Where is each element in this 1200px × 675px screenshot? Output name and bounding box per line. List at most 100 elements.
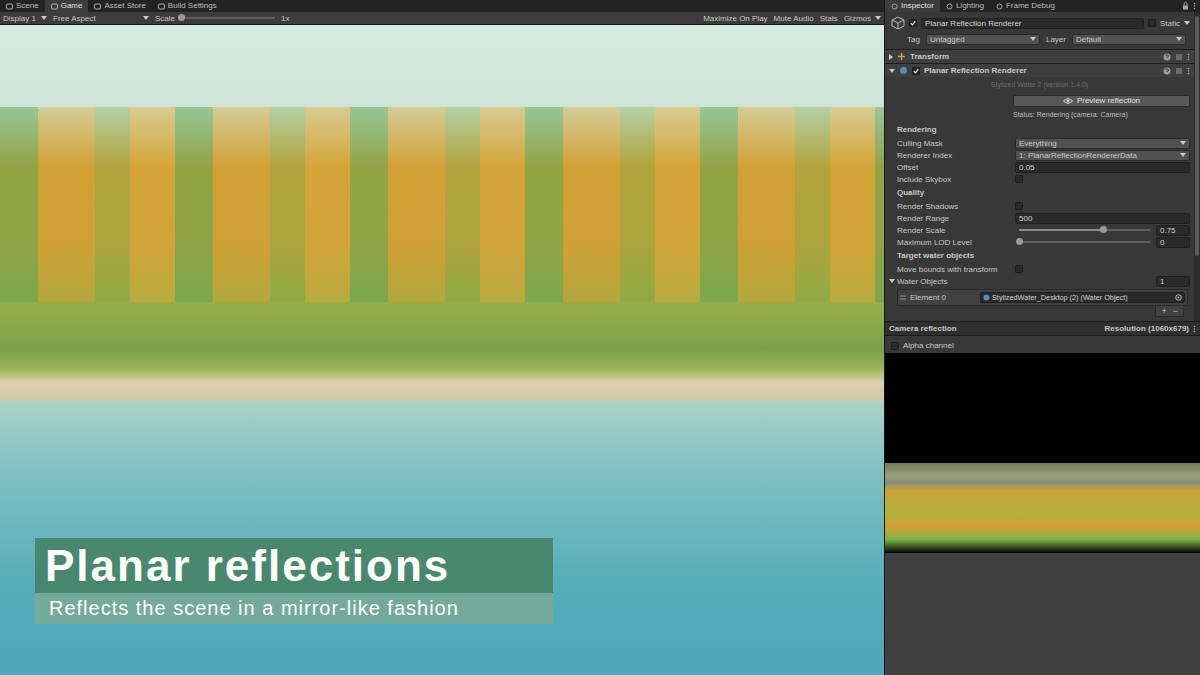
- number-field[interactable]: 0.05: [1015, 162, 1190, 173]
- inspector-tab[interactable]: Inspector: [885, 0, 940, 12]
- scroll-thumb[interactable]: [1195, 16, 1199, 256]
- toolbar-toggle[interactable]: Mute Audio: [774, 13, 814, 24]
- inspector-content: Planar Reflection Renderer Static Tag Untag…: [885, 12, 1194, 321]
- field-label: Include Skybox: [897, 175, 1013, 184]
- caption-title-text: Planar reflections: [45, 542, 450, 589]
- tag-label: Tag: [907, 35, 920, 44]
- section-title-text: Rendering: [897, 125, 937, 134]
- menu-icon[interactable]: [1187, 67, 1190, 75]
- camera-reflection-header: Camera reflectionResolution (1060x679): [885, 321, 1200, 336]
- camera-reflection-title: Camera reflection: [889, 324, 1101, 333]
- static-checkbox[interactable]: [1148, 19, 1156, 27]
- dropdown-arrow-icon[interactable]: [1176, 37, 1182, 41]
- inspector-tab[interactable]: Frame Debug: [990, 0, 1061, 12]
- menu-icon[interactable]: [1193, 325, 1196, 333]
- toolbar-toggle[interactable]: Stats: [820, 13, 838, 24]
- number-field[interactable]: 500: [1015, 213, 1190, 224]
- display-dropdown[interactable]: Display 1: [3, 13, 47, 24]
- field-checkbox[interactable]: [1015, 175, 1023, 183]
- object-field[interactable]: StylizedWater_Desktop (2) (Water Object): [980, 292, 1185, 303]
- count-field[interactable]: 1: [1156, 276, 1190, 287]
- dropdown-arrow-icon[interactable]: [889, 279, 895, 283]
- scale-label: Scale: [155, 14, 175, 23]
- lock-icon[interactable]: [1182, 2, 1189, 10]
- game-toolbar: Display 1 Free Aspect Scale 1x Maximize On P…: [0, 12, 884, 25]
- add-button[interactable]: +: [1161, 306, 1166, 316]
- dropdown-field[interactable]: 1: PlanarReflectionRendererData: [1015, 150, 1190, 161]
- tag-layer-row: TagUntaggedLayerDefault: [885, 32, 1194, 49]
- scale-handle[interactable]: [178, 14, 185, 21]
- help-icon[interactable]: [1163, 53, 1171, 61]
- tag-dropdown[interactable]: Untagged: [926, 34, 1040, 45]
- field-label: Render Scale: [897, 226, 1013, 235]
- slider-value-field[interactable]: 0: [1156, 237, 1190, 248]
- cube-icon: [891, 16, 905, 30]
- field-label: Render Range: [897, 214, 1013, 223]
- dropdown-field[interactable]: Everything: [1015, 138, 1190, 149]
- menu-icon[interactable]: [1187, 53, 1190, 61]
- inspector-tab[interactable]: Lighting: [940, 0, 990, 12]
- component-header[interactable]: Planar Reflection Renderer: [885, 63, 1194, 77]
- dropdown-arrow-icon[interactable]: [1184, 21, 1190, 25]
- alpha-checkbox[interactable]: [891, 342, 899, 350]
- component-header[interactable]: Transform: [885, 49, 1194, 63]
- drag-handle-icon[interactable]: [900, 295, 906, 300]
- object-name-field[interactable]: Planar Reflection Renderer: [921, 18, 1144, 29]
- element-label: Element 0: [910, 293, 976, 302]
- preset-icon[interactable]: [1175, 67, 1183, 75]
- field-label: Offset: [897, 163, 1013, 172]
- dropdown-arrow-icon[interactable]: [1180, 153, 1186, 157]
- slider-handle[interactable]: [1016, 238, 1023, 245]
- object-picker-icon[interactable]: [1175, 294, 1182, 301]
- tab-label: Lighting: [956, 0, 984, 12]
- scale-value: 1x: [281, 14, 289, 23]
- active-checkbox[interactable]: [909, 19, 917, 27]
- section-title-text: Target water objects: [897, 251, 974, 260]
- field-row: Render Range500: [885, 212, 1194, 224]
- slider-track[interactable]: [1019, 241, 1150, 243]
- dropdown-arrow-icon[interactable]: [1180, 141, 1186, 145]
- slider-fill: [1019, 229, 1103, 231]
- remove-button[interactable]: −: [1173, 306, 1178, 316]
- dropdown-arrow-icon[interactable]: [143, 16, 149, 20]
- tab-icon: [51, 3, 58, 10]
- list-footer: +−: [885, 306, 1194, 321]
- help-icon[interactable]: [1163, 67, 1171, 75]
- preset-icon[interactable]: [1175, 53, 1183, 61]
- field-row: Render Shadows: [885, 200, 1194, 212]
- section-title: Target water objects: [885, 248, 1194, 263]
- editor-tab[interactable]: Build Settings: [152, 0, 223, 12]
- toolbar-toggle[interactable]: Maximize On Play: [703, 13, 767, 24]
- status-text: Status: Rendering (camera: Camera): [1013, 111, 1128, 118]
- version-text: Stylized Water 2 (version 1.4.0): [991, 81, 1088, 88]
- status-row: Status: Rendering (camera: Camera): [885, 108, 1194, 122]
- slider-handle[interactable]: [1100, 226, 1107, 233]
- tab-label: Scene: [16, 0, 39, 12]
- menu-icon[interactable]: [1193, 2, 1196, 10]
- field-checkbox[interactable]: [1015, 265, 1023, 273]
- toolbar-toggle[interactable]: Gizmos: [844, 13, 881, 24]
- number-value: 0.05: [1019, 163, 1035, 172]
- scale-slider[interactable]: [181, 17, 275, 19]
- field-checkbox[interactable]: [1015, 202, 1023, 210]
- layer-dropdown[interactable]: Default: [1072, 34, 1186, 45]
- editor-tab[interactable]: Scene: [0, 0, 45, 12]
- dropdown-arrow-icon[interactable]: [875, 16, 881, 20]
- editor-tab[interactable]: Asset Store: [88, 0, 151, 12]
- editor-tab[interactable]: Game: [45, 0, 89, 12]
- dropdown-arrow-icon[interactable]: [889, 69, 895, 73]
- slider-track[interactable]: [1019, 229, 1150, 231]
- static-dropdown[interactable]: Static: [1160, 18, 1190, 29]
- dropdown-arrow-icon[interactable]: [41, 16, 47, 20]
- inspector-scrollbar[interactable]: [1194, 12, 1200, 321]
- component-enabled-checkbox[interactable]: [912, 67, 920, 75]
- aspect-dropdown[interactable]: Free Aspect: [53, 13, 149, 24]
- slider-value-field[interactable]: 0.75: [1156, 225, 1190, 236]
- toggle-label: Stats: [820, 13, 838, 24]
- aspect-label: Free Aspect: [53, 13, 96, 24]
- preview-reflection-button[interactable]: Preview reflection: [1013, 95, 1190, 107]
- foldout-icon[interactable]: [889, 54, 893, 60]
- dropdown-arrow-icon[interactable]: [1030, 37, 1036, 41]
- caption-title: Planar reflections: [35, 538, 553, 593]
- transform-icon: [897, 52, 906, 61]
